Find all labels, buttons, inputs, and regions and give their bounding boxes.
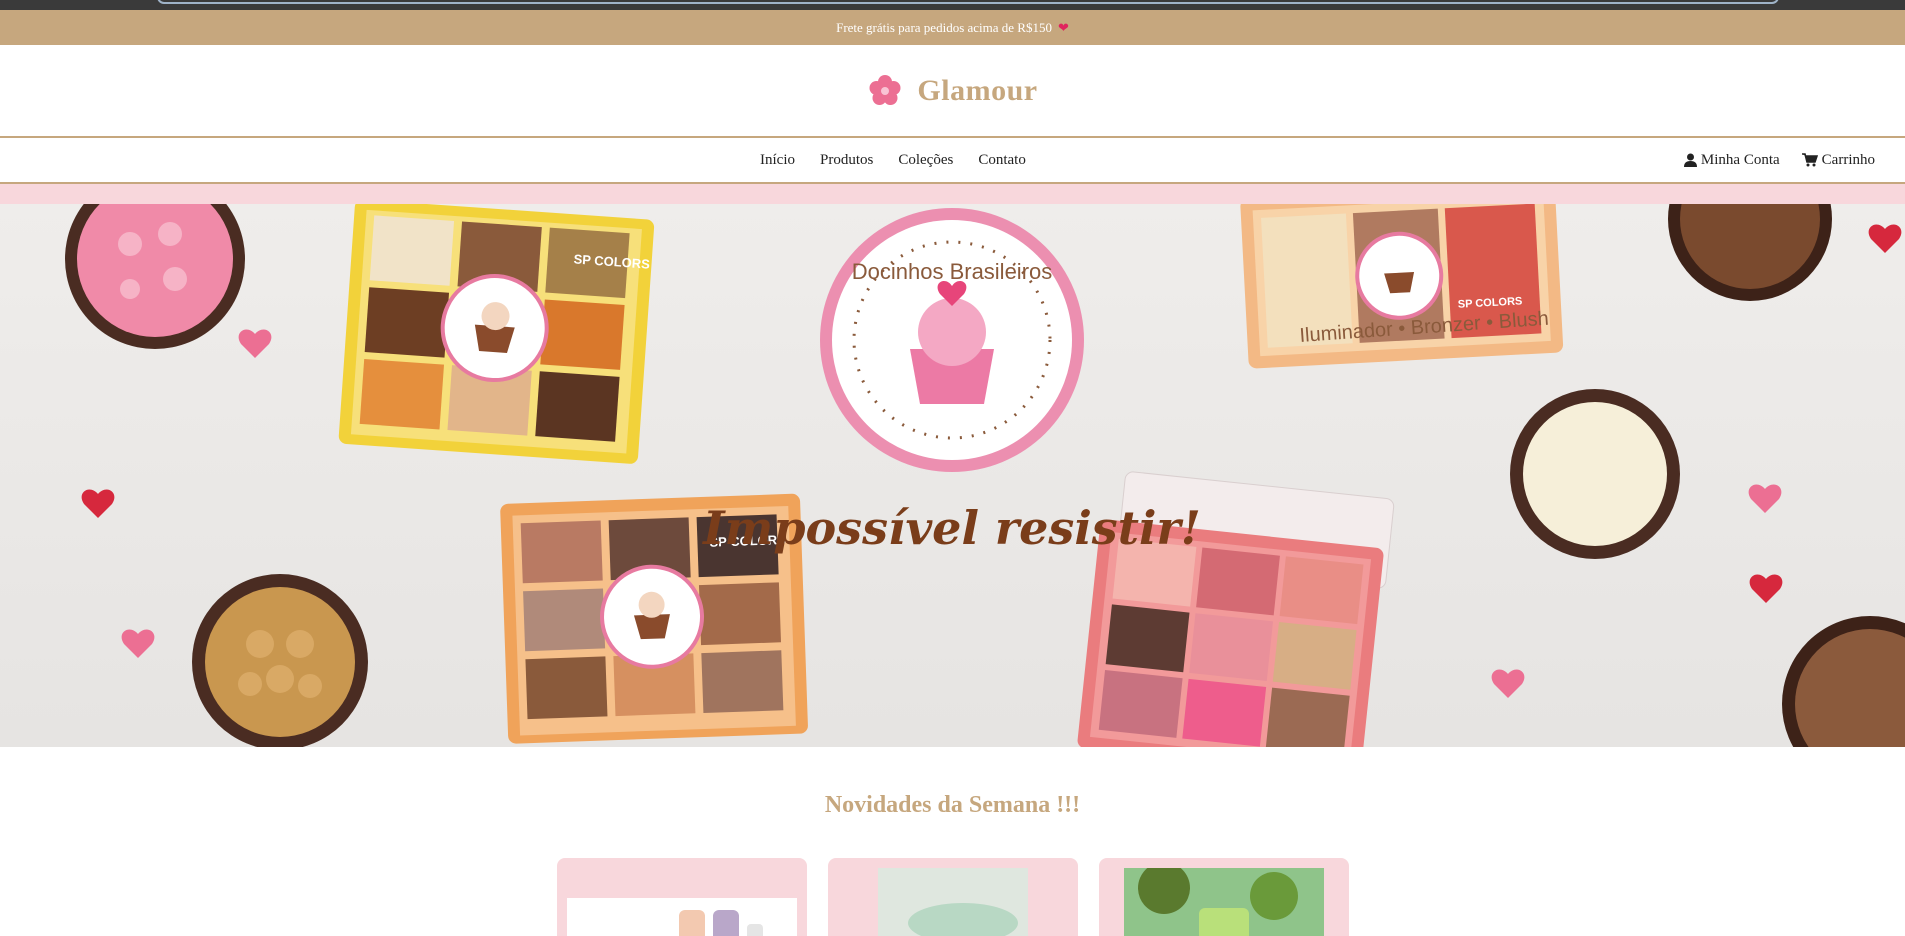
- flower-icon: [869, 74, 901, 105]
- caramel-sweet-bottom-left: [192, 574, 368, 747]
- cart-link[interactable]: Carrinho: [1801, 151, 1875, 169]
- nav-link-colecoes[interactable]: Coleções: [898, 152, 953, 169]
- nav-link-produtos[interactable]: Produtos: [820, 152, 873, 169]
- cart-label: Carrinho: [1821, 151, 1875, 168]
- pink-divider-strip: [0, 184, 1905, 204]
- product-image: [567, 898, 797, 936]
- pink-sweet-top-left: [65, 204, 245, 349]
- brown-sweet-top-right: [1668, 204, 1832, 301]
- site-header: Glamour: [0, 45, 1905, 138]
- hero-banner-image: SP COLORS SP COLORS Iluminador • Bronzer…: [65, 204, 1905, 747]
- palette-peach: SP COLORS: [1240, 204, 1564, 369]
- top-bar-frame: [157, 0, 1779, 4]
- chocolate-sweet-bottom-right: [1782, 616, 1905, 747]
- nav-user-actions: Minha Conta Carrinho: [1683, 138, 1875, 182]
- hero-badge: Docinhos Brasileiros: [820, 208, 1084, 472]
- account-label: Minha Conta: [1700, 151, 1780, 168]
- account-link[interactable]: Minha Conta: [1683, 151, 1780, 169]
- nav-link-contato[interactable]: Contato: [978, 152, 1026, 169]
- cart-icon: [1801, 153, 1818, 167]
- nav-link-inicio[interactable]: Início: [760, 152, 795, 169]
- hero-badge-text: Docinhos Brasileiros: [852, 259, 1053, 284]
- announcement-text: Frete grátis para pedidos acima de R$150: [836, 19, 1052, 35]
- product-card[interactable]: [1099, 858, 1349, 936]
- hero-tagline: Impossível resistir!: [701, 501, 1201, 555]
- white-sweet-right: [1510, 389, 1680, 559]
- product-card[interactable]: [828, 858, 1078, 936]
- product-image: [878, 868, 1028, 936]
- nav-links: Início Produtos Coleções Contato: [760, 138, 1026, 182]
- main-navigation: Início Produtos Coleções Contato Minha C…: [0, 138, 1905, 184]
- announcement-bar: Frete grátis para pedidos acima de R$150…: [0, 10, 1905, 45]
- section-title: Novidades da Semana !!!: [824, 792, 1081, 818]
- palette-yellow: SP COLORS: [338, 204, 655, 464]
- browser-top-bar: [0, 0, 1905, 10]
- product-card[interactable]: [557, 858, 807, 936]
- product-image: [1124, 868, 1324, 936]
- user-icon: [1683, 153, 1697, 167]
- hero-banner[interactable]: SP COLORS SP COLORS Iluminador • Bronzer…: [0, 204, 1905, 747]
- brand-logo[interactable]: Glamour: [917, 74, 1037, 108]
- heart-icon: ❤: [1057, 19, 1069, 35]
- new-products-grid: [557, 858, 1349, 936]
